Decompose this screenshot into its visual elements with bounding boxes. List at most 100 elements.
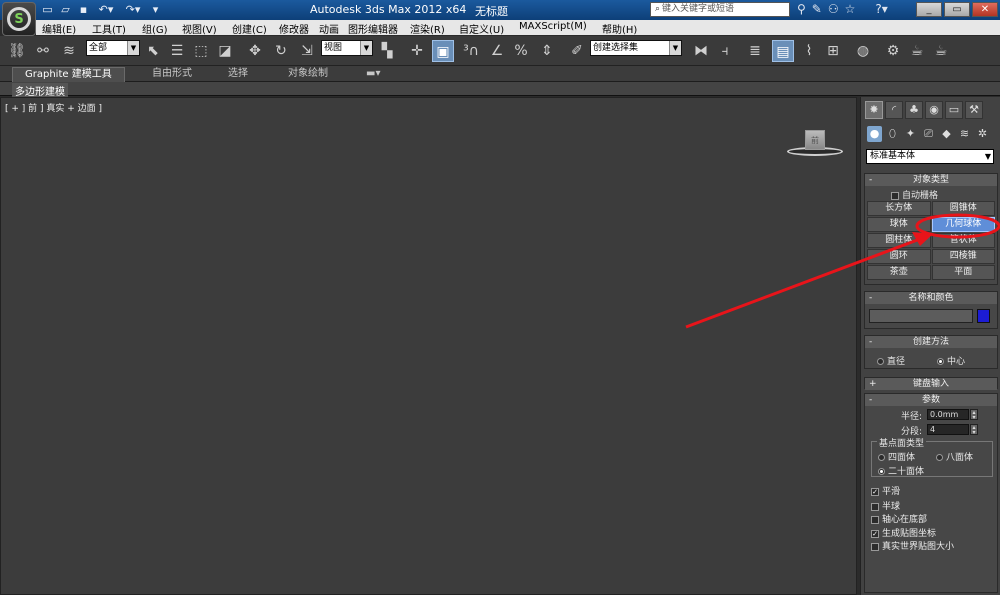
menu-tools[interactable]: 工具(T) xyxy=(92,21,126,36)
quick-access-dropdown-icon[interactable]: ▾ xyxy=(148,2,163,17)
viewport-front[interactable]: [ + ] 前 ] 真实 + 边面 ] 前 xyxy=(0,97,857,595)
menu-customize[interactable]: 自定义(U) xyxy=(459,21,504,36)
tab-freeform[interactable]: 自由形式 xyxy=(140,67,204,82)
viewcube-face[interactable]: 前 xyxy=(805,130,825,150)
object-type-header[interactable]: - 对象类型 xyxy=(865,174,997,186)
search-input[interactable]: ⌕ 键入关键字或短语 xyxy=(650,2,790,17)
lights-icon[interactable]: ✦ xyxy=(903,126,918,142)
hemisphere-check-box[interactable] xyxy=(871,502,879,511)
spinner-snap-icon[interactable]: ⇕ xyxy=(536,40,558,62)
tab-object-paint[interactable]: 对象绘制 xyxy=(276,67,340,82)
hemisphere-checkbox[interactable]: 半球 xyxy=(871,499,900,512)
cylinder-button[interactable]: 圆柱体 xyxy=(867,233,931,248)
box-button[interactable]: 长方体 xyxy=(867,201,931,216)
keyboard-shortcut-override-icon[interactable]: ▣ xyxy=(432,40,454,62)
tab-selection[interactable]: 选择 xyxy=(216,67,260,82)
shapes-icon[interactable]: ⬯ xyxy=(885,126,900,142)
keyboard-entry-header[interactable]: + 键盘输入 xyxy=(865,378,997,390)
menu-graph-editors[interactable]: 图形编辑器 xyxy=(348,21,398,36)
utilities-tab-icon[interactable]: ⚒ xyxy=(965,101,983,119)
save-file-icon[interactable]: ▪ xyxy=(76,2,91,17)
named-selection-dropdown[interactable]: 创建选择集 ▼ xyxy=(590,40,682,56)
icosa-radio[interactable]: 二十面体 xyxy=(878,464,924,477)
segments-input[interactable]: 4 xyxy=(927,424,969,435)
menu-help[interactable]: 帮助(H) xyxy=(602,21,637,36)
layer-manager-icon[interactable]: ≣ xyxy=(744,40,766,62)
torus-button[interactable]: 圆环 xyxy=(867,249,931,264)
graphite-toggle-icon[interactable]: ▤ xyxy=(772,40,794,62)
align-icon[interactable]: ⫞ xyxy=(714,40,736,62)
autogrid-checkbox[interactable]: 自动栅格 xyxy=(891,188,938,201)
parameters-header[interactable]: - 参数 xyxy=(865,394,997,406)
menu-create[interactable]: 创建(C) xyxy=(232,21,267,36)
segments-spinner[interactable]: ▴ ▾ xyxy=(970,424,978,436)
display-tab-icon[interactable]: ▭ xyxy=(945,101,963,119)
mirror-icon[interactable]: ⧓ xyxy=(690,40,712,62)
menu-maxscript[interactable]: MAXScript(M) xyxy=(519,21,587,32)
binoculars-icon[interactable]: ⚲ xyxy=(797,2,806,16)
star-icon[interactable]: ☆ xyxy=(845,2,856,16)
name-color-header[interactable]: - 名称和颜色 xyxy=(865,292,997,304)
tetra-radio[interactable]: 四面体 xyxy=(878,450,915,463)
creation-method-header[interactable]: - 创建方法 xyxy=(865,336,997,348)
select-by-name-icon[interactable]: ☰ xyxy=(166,40,188,62)
menu-modifiers[interactable]: 修改器 xyxy=(279,21,309,36)
new-file-icon[interactable]: ▭ xyxy=(40,2,55,17)
curve-editor-icon[interactable]: ⌇ xyxy=(798,40,820,62)
selection-filter-dropdown[interactable]: 全部 ▼ xyxy=(86,40,140,56)
ribbon-options-icon[interactable]: ▬▾ xyxy=(354,67,392,82)
mapping-coords-checkbox[interactable]: ✓ 生成贴图坐标 xyxy=(871,526,936,539)
move-icon[interactable]: ✥ xyxy=(244,40,266,62)
key-icon[interactable]: ✎ xyxy=(812,2,822,16)
icosa-radio-button[interactable] xyxy=(878,468,885,475)
menu-views[interactable]: 视图(V) xyxy=(182,21,217,36)
center-radio-button[interactable] xyxy=(937,358,944,365)
pivot-center-icon[interactable]: ▚ xyxy=(376,40,398,62)
scale-icon[interactable]: ⇲ xyxy=(296,40,318,62)
object-name-input[interactable] xyxy=(869,309,973,323)
geosphere-button[interactable]: 几何球体 xyxy=(931,217,995,232)
hierarchy-tab-icon[interactable]: ♣ xyxy=(905,101,923,119)
diameter-radio[interactable]: 直径 xyxy=(877,354,905,367)
real-world-map-checkbox[interactable]: 真实世界贴图大小 xyxy=(871,539,954,552)
open-file-icon[interactable]: ▱ xyxy=(58,2,73,17)
cameras-icon[interactable]: ⎚ xyxy=(921,126,936,142)
autogrid-check-box[interactable] xyxy=(891,191,899,200)
radius-input[interactable]: 0.0mm xyxy=(927,409,969,420)
rendered-frame-window-icon[interactable]: ☕ xyxy=(906,40,928,62)
people-icon[interactable]: ⚇ xyxy=(828,2,839,16)
radius-spinner[interactable]: ▴ ▾ xyxy=(970,409,978,421)
object-color-swatch[interactable] xyxy=(977,309,990,323)
pyramid-button[interactable]: 四棱锥 xyxy=(931,249,995,264)
app-logo[interactable]: S xyxy=(2,2,36,36)
minimize-button[interactable]: _ xyxy=(916,2,942,17)
smooth-check-box[interactable]: ✓ xyxy=(871,487,879,496)
sphere-button[interactable]: 球体 xyxy=(867,217,931,232)
create-tab-icon[interactable]: ✸ xyxy=(865,101,883,119)
systems-icon[interactable]: ✲ xyxy=(975,126,990,142)
geometry-category-dropdown[interactable]: 标准基本体 ▼ xyxy=(866,149,994,164)
viewcube[interactable]: 前 xyxy=(787,130,843,160)
center-radio[interactable]: 中心 xyxy=(937,354,965,367)
close-button[interactable]: ✕ xyxy=(972,2,998,17)
teapot-button[interactable]: 茶壶 xyxy=(867,265,931,280)
diameter-radio-button[interactable] xyxy=(877,358,884,365)
material-editor-icon[interactable]: ◍ xyxy=(852,40,874,62)
select-object-icon[interactable]: ⬉ xyxy=(142,40,164,62)
angle-snap-icon[interactable]: ∠ xyxy=(486,40,508,62)
link-icon[interactable]: ⛓ xyxy=(6,40,28,62)
menu-animation[interactable]: 动画 xyxy=(319,21,339,36)
menu-edit[interactable]: 编辑(E) xyxy=(42,21,76,36)
render-setup-icon[interactable]: ⚙ xyxy=(882,40,904,62)
viewport-label[interactable]: [ + ] 前 ] 真实 + 边面 ] xyxy=(5,101,102,114)
menu-rendering[interactable]: 渲染(R) xyxy=(410,21,445,36)
maximize-button[interactable]: ▭ xyxy=(944,2,970,17)
tab-graphite-modeling[interactable]: Graphite 建模工具 xyxy=(12,67,125,82)
undo-icon[interactable]: ↶▾ xyxy=(94,2,118,17)
select-manipulate-icon[interactable]: ✛ xyxy=(406,40,428,62)
mapping-coords-check-box[interactable]: ✓ xyxy=(871,529,879,538)
helpers-icon[interactable]: ◆ xyxy=(939,126,954,142)
schematic-view-icon[interactable]: ⊞ xyxy=(822,40,844,62)
tetra-radio-button[interactable] xyxy=(878,454,885,461)
geometry-icon[interactable]: ● xyxy=(867,126,882,142)
